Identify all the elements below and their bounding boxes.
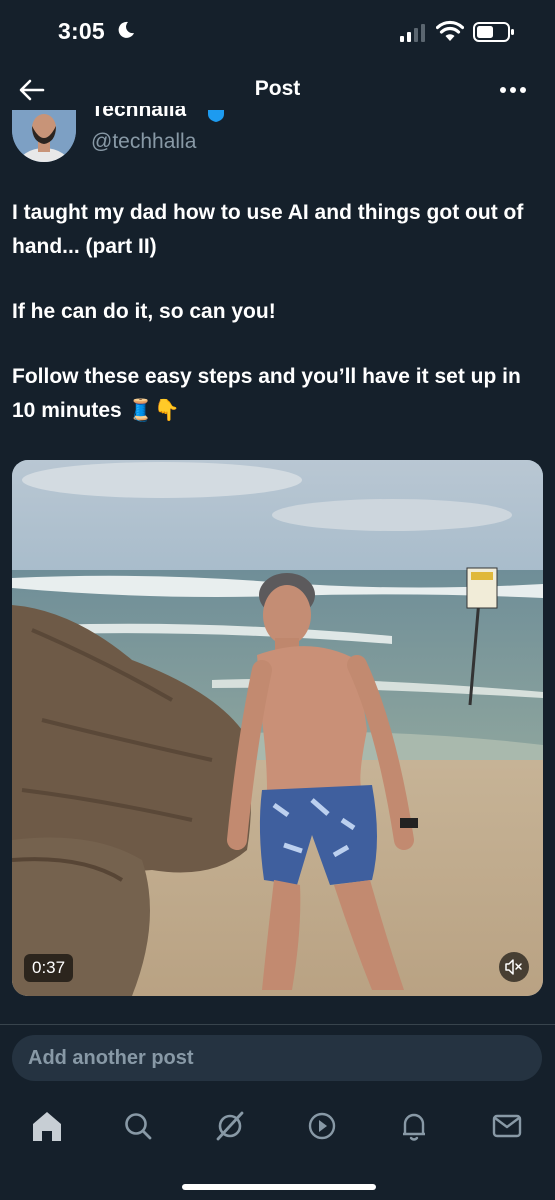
post-paragraph: If he can do it, so can you! [12,300,276,323]
divider [0,1024,555,1025]
video-duration: 0:37 [24,954,74,982]
grok-icon[interactable] [210,1108,250,1144]
post-paragraph: I taught my dad how to use AI and things… [12,201,524,258]
notifications-icon[interactable] [394,1108,434,1144]
post-paragraph: Follow these easy steps and you’ll have … [12,365,521,422]
author-handle[interactable]: @techhalla [91,130,196,154]
post-text: I taught my dad how to use AI and things… [12,196,547,459]
status-bar: 3:05 [0,0,555,66]
post-header: Post [0,66,555,112]
reply-input[interactable]: Add another post [12,1035,542,1081]
video-icon[interactable] [302,1108,342,1144]
wifi-icon [436,20,464,41]
battery-icon [473,22,514,42]
home-icon[interactable] [27,1108,67,1144]
speaker-muted-icon [505,959,522,975]
video-player[interactable]: 0:37 [12,460,543,996]
bottom-tab-bar [0,1100,555,1152]
status-time: 3:05 [58,18,105,44]
page-title: Post [254,77,301,100]
moon-icon [118,21,134,38]
reply-placeholder: Add another post [28,1047,194,1069]
post-author: Techhalla @techhalla [12,106,542,168]
search-icon[interactable] [118,1108,158,1144]
messages-icon[interactable] [487,1108,527,1144]
more-icon[interactable] [499,78,527,102]
video-thumbnail [12,460,543,996]
verified-badge-icon [208,110,224,122]
cellular-signal-icon [400,24,425,42]
home-indicator [182,1184,376,1190]
mute-button[interactable] [499,952,529,982]
avatar[interactable] [12,110,76,162]
